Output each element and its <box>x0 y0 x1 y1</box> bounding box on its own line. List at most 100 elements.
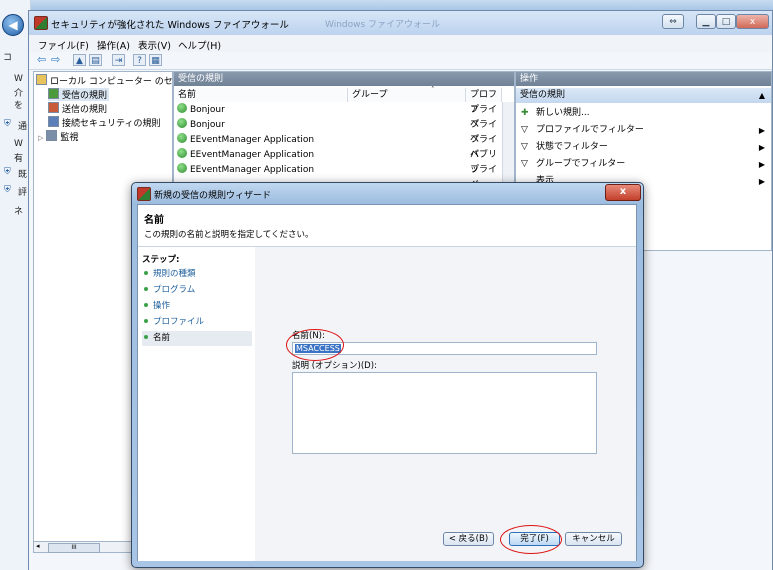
action-filter-profile[interactable]: ▽ プロファイルでフィルター ▶ <box>516 122 771 139</box>
properties-icon[interactable]: ▦ <box>149 54 162 66</box>
step-label: 操作 <box>153 301 171 311</box>
filter-icon: ▽ <box>521 142 528 152</box>
step-name[interactable]: 名前 <box>142 331 252 346</box>
tree-root-label: ローカル コンピューター のセ <box>50 77 173 87</box>
filter-icon: ▽ <box>521 125 528 135</box>
outbound-rules-icon <box>48 102 59 113</box>
monitor-icon <box>46 130 58 141</box>
rule-name: EEventManager Application <box>190 165 315 175</box>
shield-icon: ⛨ <box>4 185 11 195</box>
table-row[interactable]: EEventManager Applicationプライベ <box>174 133 504 160</box>
step-dot-icon <box>144 287 148 291</box>
rules-pane-header: 受信の規則 <box>174 72 514 86</box>
action-filter-group[interactable]: ▽ グループでフィルター ▶ <box>516 156 771 173</box>
rule-name: Bonjour <box>190 120 225 130</box>
actions-section-label: 受信の規則 <box>520 90 566 100</box>
help-icon[interactable]: ? <box>133 54 146 66</box>
close-icon[interactable]: x <box>736 14 769 29</box>
rules-pane: 受信の規則 名前 グループ ˆ プロファ Bonjour プライベ Bonjour… <box>173 71 515 184</box>
sort-arrow-icon: ˆ <box>431 86 435 94</box>
tree-item-monitoring[interactable]: ▷ 監視 <box>38 130 78 143</box>
step-label: 規則の種類 <box>153 269 196 279</box>
cancel-button[interactable]: キャンセル <box>565 532 622 546</box>
step-dot-icon <box>144 319 148 323</box>
show-tree-icon[interactable]: ▤ <box>89 54 102 66</box>
table-row[interactable]: Bonjour プライベ <box>174 118 504 145</box>
bg-text: 通 <box>18 122 28 132</box>
actions-pane-header: 操作 <box>516 72 771 86</box>
new-inbound-rule-wizard: 新規の受信の規則ウィザード x 名前 この規則の名前と説明を指定してください。 … <box>131 182 644 568</box>
step-program[interactable]: プログラム <box>142 283 252 298</box>
minimize-icon[interactable]: ▁ <box>696 14 716 29</box>
firewall-app-icon <box>34 16 48 30</box>
rule-profile: プライベ <box>470 165 498 183</box>
submenu-arrow-icon: ▶ <box>758 143 765 152</box>
enabled-check-icon <box>177 103 187 113</box>
actions-section-header[interactable]: 受信の規則 ▲ <box>516 88 771 103</box>
column-header-group[interactable]: グループ <box>348 88 466 102</box>
description-label: 説明 (オプション)(D): <box>292 361 377 371</box>
new-rule-icon: ✚ <box>521 108 529 118</box>
menu-help[interactable]: ヘルプ(H) <box>178 38 221 52</box>
table-row[interactable]: Bonjour プライベ <box>174 103 504 130</box>
tree-item-outbound[interactable]: 送信の規則 <box>48 102 107 115</box>
tree-item-inbound[interactable]: 受信の規則 <box>48 88 110 101</box>
resize-icon[interactable]: ⇔ <box>662 14 684 29</box>
toolbar: ⇦ ⇨ ▲ ▤ ⇥ ? ▦ <box>29 52 772 70</box>
menu-action[interactable]: 操作(A) <box>97 38 130 52</box>
bg-text: W <box>14 139 23 149</box>
rule-name: EEventManager Application <box>190 150 315 160</box>
step-label: プログラム <box>153 285 196 295</box>
menu-file[interactable]: ファイル(F) <box>38 38 89 52</box>
filter-icon: ▽ <box>521 159 528 169</box>
table-row[interactable]: EEventManager Application パブリッ <box>174 148 504 175</box>
bg-text: W <box>14 74 23 84</box>
action-filter-state[interactable]: ▽ 状態でフィルター ▶ <box>516 139 771 156</box>
menu-view[interactable]: 表示(V) <box>138 38 171 52</box>
forward-icon[interactable]: ⇨ <box>51 54 60 66</box>
step-profile[interactable]: プロファイル <box>142 315 252 330</box>
step-dot-icon <box>144 303 148 307</box>
column-header-name[interactable]: 名前 <box>174 88 348 102</box>
back-arrow-icon[interactable]: ◀ <box>2 14 24 36</box>
rule-name: Bonjour <box>190 105 225 115</box>
page-heading: 名前 <box>144 215 164 226</box>
tree-root[interactable]: ローカル コンピューター のセ <box>36 74 173 87</box>
dialog-close-button[interactable]: x <box>605 184 641 201</box>
highlight-ellipse <box>500 525 562 554</box>
scroll-thumb[interactable]: III <box>48 543 100 553</box>
back-button[interactable]: < 戻る(B) <box>443 532 494 546</box>
inbound-rules-icon <box>48 88 59 99</box>
column-header-profile[interactable]: プロファ <box>466 88 502 114</box>
submenu-arrow-icon: ▶ <box>758 177 765 186</box>
action-label: グループでフィルター <box>536 159 626 169</box>
steps-title: ステップ: <box>142 255 180 265</box>
expand-arrow-icon[interactable]: ▷ <box>38 134 43 142</box>
rule-name: EEventManager Application <box>190 135 315 145</box>
steps-panel: ステップ: 規則の種類 プログラム 操作 プロファイル 名前 <box>138 247 256 561</box>
page-subtitle: この規則の名前と説明を指定してください。 <box>144 230 314 240</box>
background-window-top <box>0 0 773 10</box>
collapse-icon[interactable]: ▲ <box>759 88 765 103</box>
dialog-title: 新規の受信の規則ウィザード <box>154 191 272 201</box>
tree-item-connection-security[interactable]: 接続セキュリティの規則 <box>48 116 160 129</box>
step-dot-icon <box>144 335 148 339</box>
rules-vertical-scrollbar[interactable] <box>502 102 514 183</box>
faded-title-text: Windows ファイアウォール <box>325 20 441 30</box>
action-label: 状態でフィルター <box>536 142 608 152</box>
bg-text: 既 <box>18 170 28 180</box>
action-new-rule[interactable]: ✚ 新しい規則... <box>516 105 771 122</box>
wizard-icon <box>137 187 151 201</box>
up-folder-icon[interactable]: ▲ <box>73 54 86 66</box>
action-label: 新しい規則... <box>536 108 590 118</box>
maximize-icon[interactable]: □ <box>716 14 736 29</box>
export-icon[interactable]: ⇥ <box>112 54 125 66</box>
step-action[interactable]: 操作 <box>142 299 252 314</box>
description-input[interactable] <box>292 372 597 454</box>
step-label: プロファイル <box>153 317 205 327</box>
step-rule-type[interactable]: 規則の種類 <box>142 267 252 282</box>
window-titlebar[interactable]: セキュリティが強化された Windows ファイアウォール Windows ファ… <box>29 11 772 35</box>
table-row[interactable]: EEventManager Application プライベ <box>174 163 504 183</box>
scroll-left-icon[interactable]: ◂ <box>36 542 40 550</box>
back-icon[interactable]: ⇦ <box>37 54 46 66</box>
